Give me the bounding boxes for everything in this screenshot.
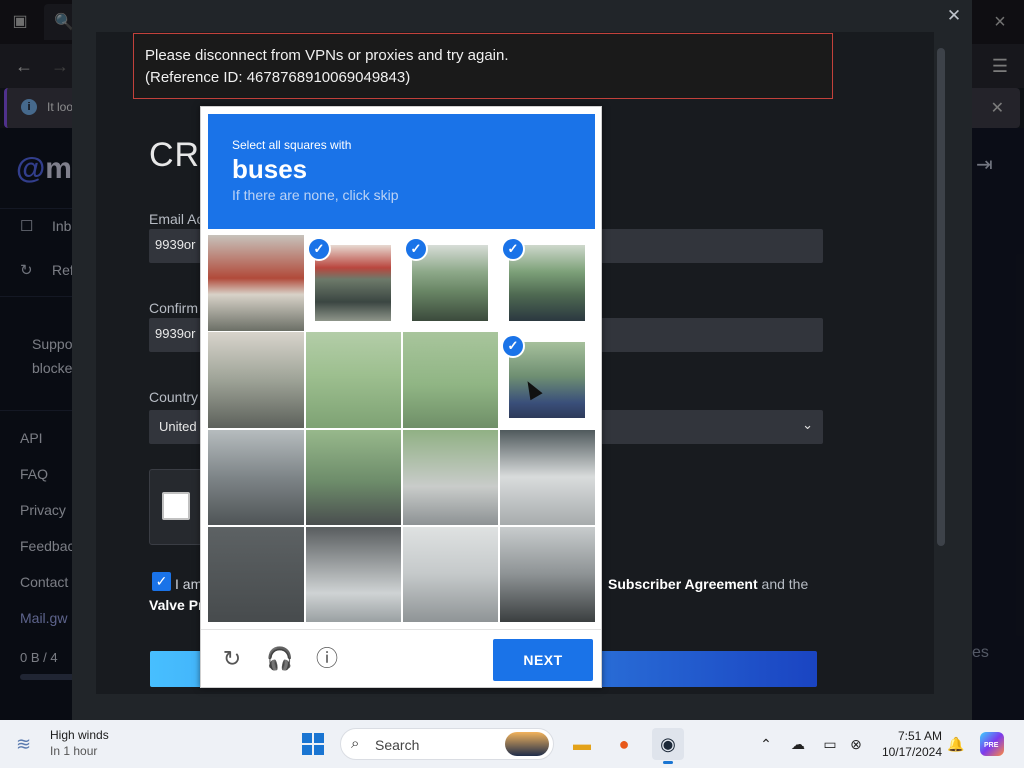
captcha-tile[interactable] [402, 332, 498, 428]
captcha-tile[interactable] [499, 429, 595, 525]
challenge-grid: ✓ ✓ ✓ ✓ [208, 235, 595, 622]
search-icon: ⌕ [351, 735, 360, 752]
grid-line [498, 331, 500, 622]
copilot-icon[interactable]: PRE [980, 732, 1004, 756]
grid-line [401, 331, 403, 622]
confirm-email-label: Confirm [149, 300, 199, 316]
recaptcha-widget [149, 469, 203, 545]
challenge-instruction: Select all squares with [232, 138, 352, 152]
check-icon: ✓ [404, 237, 428, 261]
email-label: Email Ac [149, 211, 204, 227]
audio-icon[interactable]: 🎧 [266, 646, 293, 672]
steam-icon[interactable]: ◉ [652, 728, 684, 764]
grid-line [304, 331, 306, 622]
subscriber-agreement-link[interactable]: Subscriber Agreement [608, 576, 758, 592]
captcha-tile[interactable] [402, 429, 498, 525]
captcha-tile[interactable] [208, 235, 304, 331]
challenge-hint: If there are none, click skip [232, 187, 399, 203]
cloud-offline-icon[interactable]: ☁ [788, 734, 808, 754]
challenge-header: Select all squares with buses If there a… [208, 114, 595, 229]
start-button[interactable] [302, 733, 324, 755]
taskbar-search[interactable]: ⌕ Search [340, 728, 554, 760]
check-icon: ✓ [307, 237, 331, 261]
taskbar-clock[interactable]: 7:51 AM 10/17/2024 [870, 728, 942, 760]
windows-taskbar: ≋ High winds In 1 hour ⌕ Search ▬ ● ◉ ⌃ … [0, 720, 1024, 768]
country-label: Country [149, 389, 199, 405]
captcha-tile[interactable] [305, 429, 401, 525]
captcha-tile[interactable] [499, 526, 595, 622]
chevron-up-icon[interactable]: ⌃ [756, 734, 776, 754]
captcha-tile[interactable] [305, 526, 401, 622]
firefox-icon[interactable]: ● [608, 728, 640, 760]
modal-close-button[interactable]: ✕ [944, 6, 964, 26]
wind-icon: ≋ [16, 734, 32, 754]
captcha-tile[interactable]: ✓ [305, 235, 401, 331]
agree-checkbox[interactable]: ✓ [152, 572, 171, 591]
monitor-icon[interactable]: ▭ [820, 734, 840, 754]
challenge-target: buses [232, 154, 308, 184]
check-icon: ✓ [501, 237, 525, 261]
file-explorer-icon[interactable]: ▬ [566, 728, 598, 760]
captcha-tile[interactable] [208, 429, 304, 525]
agree-text-right: Subscriber Agreement and the [608, 576, 809, 592]
grid-line [208, 525, 595, 527]
check-icon: ✓ [501, 334, 525, 358]
search-highlight-image [505, 732, 549, 756]
modal-scrollbar[interactable] [937, 48, 945, 546]
captcha-tile[interactable]: ✓ [402, 235, 498, 331]
captcha-tile[interactable]: ✓ [499, 332, 595, 428]
next-button[interactable]: NEXT [493, 639, 593, 681]
grid-line [208, 428, 595, 430]
notification-bell-icon[interactable]: 🔔 [946, 734, 966, 754]
captcha-tile[interactable] [305, 332, 401, 428]
info-icon[interactable]: ⓘ [314, 646, 340, 672]
reload-icon[interactable]: ↻ [219, 646, 245, 672]
captcha-tile[interactable] [208, 526, 304, 622]
captcha-tile[interactable] [402, 526, 498, 622]
captcha-tile[interactable] [208, 332, 304, 428]
recaptcha-challenge: Select all squares with buses If there a… [200, 106, 602, 688]
challenge-footer: ↻ 🎧 ⓘ NEXT [201, 629, 601, 687]
agree-text: I am [175, 576, 203, 592]
captcha-tile[interactable]: ✓ [499, 235, 595, 331]
chevron-down-icon: ⌄ [802, 417, 813, 432]
agree-text-line2[interactable]: Valve Pr [149, 597, 204, 613]
recaptcha-checkbox[interactable] [162, 492, 190, 520]
vpn-error-message: Please disconnect from VPNs or proxies a… [133, 33, 833, 99]
network-icon[interactable]: ⊗ [846, 734, 866, 754]
